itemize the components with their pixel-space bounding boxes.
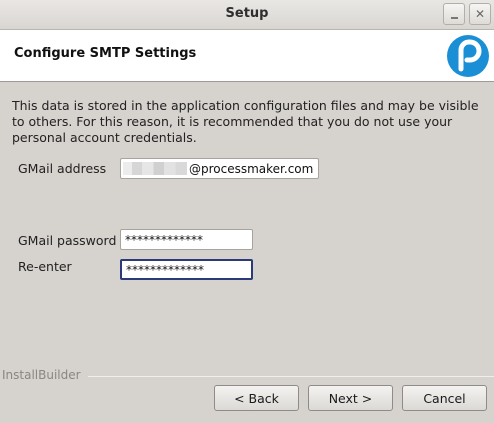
installbuilder-brand: InstallBuilder [2,368,85,382]
processmaker-logo-icon [447,35,489,77]
password-field[interactable] [120,229,253,250]
minimize-icon [450,17,458,19]
reenter-password-field[interactable] [120,259,253,280]
close-button[interactable]: ✕ [469,3,491,25]
page-header: Configure SMTP Settings [0,30,494,82]
back-button[interactable]: < Back [214,385,299,411]
setup-window: Setup ✕ Configure SMTP Settings This dat… [0,0,494,423]
minimize-button[interactable] [443,3,465,25]
footer-separator [88,376,494,377]
title-bar: Setup ✕ [0,0,494,30]
email-field[interactable]: @processmaker.com [120,158,319,179]
redacted-username [123,162,187,175]
page-title: Configure SMTP Settings [14,46,197,61]
reenter-label: Re-enter [18,259,72,274]
next-button[interactable]: Next > [308,385,393,411]
email-value: @processmaker.com [189,161,314,176]
close-icon: ✕ [474,7,486,21]
cancel-button[interactable]: Cancel [402,385,487,411]
email-label: GMail address [18,161,107,176]
description-text: This data is stored in the application c… [12,98,479,145]
password-label: GMail password [18,233,117,248]
window-title: Setup [225,6,269,21]
